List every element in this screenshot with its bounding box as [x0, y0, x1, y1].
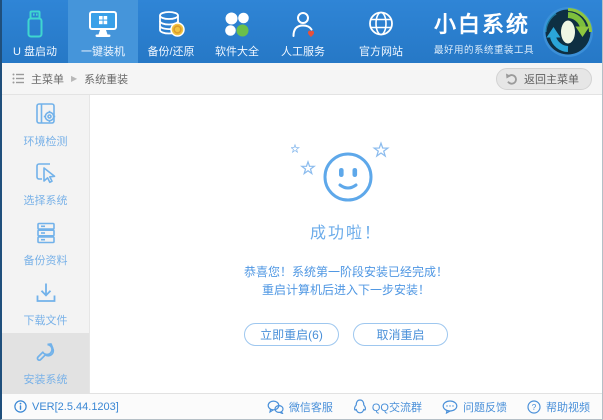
breadcrumb-root[interactable]: 主菜单 — [31, 71, 64, 87]
sidebar-item-label: 选择系统 — [24, 192, 68, 208]
brand-subtitle: 最好用的系统重装工具 — [434, 42, 534, 56]
nav-item-software[interactable]: 软件大全 — [204, 0, 270, 63]
feedback-bubble-icon — [442, 400, 458, 414]
nav-item-support[interactable]: 人工服务 — [270, 0, 336, 63]
brand-title: 小白系统 — [434, 7, 534, 39]
help-video-link[interactable]: ? 帮助视频 — [527, 399, 590, 415]
status-link-label: 帮助视频 — [546, 399, 590, 415]
restart-now-button[interactable]: 立即重启(6) — [244, 323, 339, 346]
back-button-label: 返回主菜单 — [524, 71, 579, 87]
sidebar-item-label: 环境检测 — [24, 133, 68, 149]
monitor-icon — [86, 9, 120, 39]
status-bar: VER[2.5.44.1203] 微信客服 — [2, 393, 602, 419]
sidebar-item-install-system[interactable]: 安装系统 — [2, 333, 89, 393]
sidebar-item-label: 下载文件 — [24, 312, 68, 328]
info-icon — [14, 400, 27, 413]
success-message-line2: 重启计算机后进入下一步安装！ — [244, 281, 448, 299]
wechat-icon — [267, 400, 284, 414]
qq-group-link[interactable]: QQ交流群 — [353, 399, 422, 415]
success-message-line1: 恭喜您！系统第一阶段安装已经完成！ — [244, 263, 448, 281]
cancel-restart-button[interactable]: 取消重启 — [353, 323, 448, 346]
app-window: U 盘启动 一键装机 — [0, 0, 603, 420]
download-icon — [33, 280, 59, 306]
nav-label: 备份/还原 — [147, 43, 194, 59]
sidebar-item-download-files[interactable]: 下载文件 — [2, 274, 89, 334]
help-question-icon: ? — [527, 400, 541, 414]
top-nav-bar: U 盘启动 一键装机 — [2, 0, 602, 63]
nav-item-usb-boot[interactable]: U 盘启动 — [2, 0, 68, 63]
breadcrumb-bar: 主菜单 ▶ 系统重装 返回主菜单 — [2, 63, 602, 95]
wechat-support-link[interactable]: 微信客服 — [267, 399, 333, 415]
server-stack-icon — [33, 220, 59, 246]
database-backup-icon — [156, 9, 186, 39]
globe-icon — [367, 9, 395, 39]
nav-item-backup-restore[interactable]: 备份/还原 — [138, 0, 204, 63]
breadcrumb-separator-icon: ▶ — [71, 74, 77, 83]
sidebar-item-env-check[interactable]: 环境检测 — [2, 95, 89, 155]
sidebar: 环境检测 选择系统 — [2, 95, 90, 393]
brand-logo-icon — [542, 6, 594, 58]
brand-area: 小白系统 最好用的系统重装工具 — [434, 0, 594, 63]
sidebar-item-label: 安装系统 — [24, 371, 68, 387]
qq-icon — [353, 399, 367, 414]
usb-drive-icon — [23, 9, 47, 39]
support-person-icon — [289, 9, 317, 39]
version-label: VER[2.5.44.1203] — [32, 401, 119, 413]
back-arrow-icon — [505, 73, 519, 85]
env-check-icon — [33, 101, 59, 127]
wrench-icon — [33, 339, 59, 365]
nav-item-one-click-install[interactable]: 一键装机 — [68, 0, 138, 63]
sidebar-item-select-system[interactable]: 选择系统 — [2, 155, 89, 215]
nav-label: 一键装机 — [81, 43, 125, 59]
install-success-panel: 成功啦！ 恭喜您！系统第一阶段安装已经完成！ 重启计算机后进入下一步安装！ 立即… — [90, 95, 602, 393]
nav-label: 官方网站 — [359, 43, 403, 59]
nav-label: U 盘启动 — [13, 43, 57, 59]
status-link-label: 问题反馈 — [463, 399, 507, 415]
status-link-label: 微信客服 — [289, 399, 333, 415]
sidebar-item-label: 备份资料 — [24, 252, 68, 268]
apps-clover-icon — [222, 9, 252, 39]
smiley-success-icon — [291, 135, 401, 211]
status-link-label: QQ交流群 — [372, 399, 422, 415]
nav-label: 人工服务 — [281, 43, 325, 59]
success-headline: 成功啦！ — [310, 219, 382, 243]
nav-item-official-site[interactable]: 官方网站 — [348, 0, 414, 63]
back-to-main-menu-button[interactable]: 返回主菜单 — [496, 68, 592, 90]
feedback-link[interactable]: 问题反馈 — [442, 399, 507, 415]
nav-label: 软件大全 — [215, 43, 259, 59]
svg-text:?: ? — [532, 402, 537, 412]
cursor-select-icon — [33, 160, 59, 186]
menu-list-icon — [12, 73, 25, 84]
breadcrumb-current: 系统重装 — [84, 71, 128, 87]
sidebar-item-backup-data[interactable]: 备份资料 — [2, 214, 89, 274]
